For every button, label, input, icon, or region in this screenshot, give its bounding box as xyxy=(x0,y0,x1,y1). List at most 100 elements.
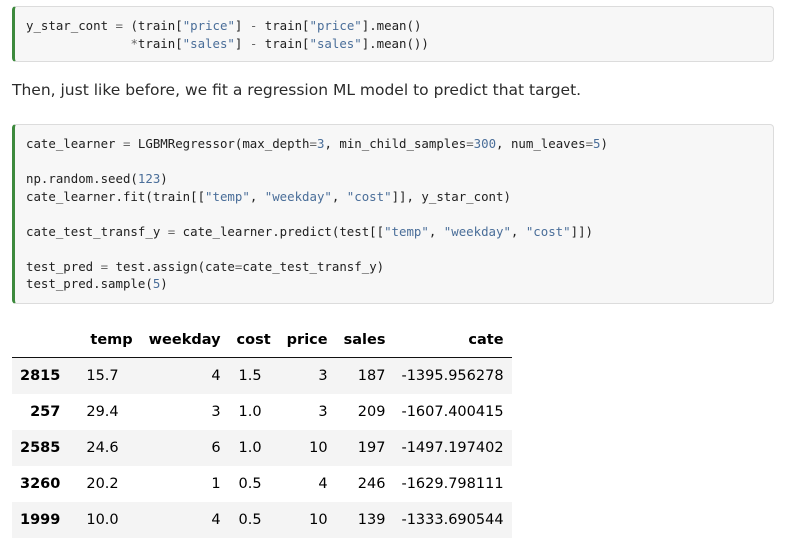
cell-cost: 1.0 xyxy=(238,404,262,420)
code-token: * xyxy=(130,35,138,51)
code-token: , xyxy=(510,223,526,239)
table-row: 2585 24.6 6 1.0 10 197 -1497.197402 xyxy=(12,430,512,466)
code-token: "weekday" xyxy=(443,223,511,239)
cell-cost: 1.5 xyxy=(238,368,262,384)
code-token: cate_learner.predict(test[[ xyxy=(175,223,385,239)
code-token: 5 xyxy=(593,136,601,151)
code-token: test.assign(cate xyxy=(108,258,235,274)
cell-cost: 0.5 xyxy=(238,476,262,492)
code-token: ].mean()) xyxy=(361,35,429,51)
code-token: "price" xyxy=(309,18,362,33)
cell-cate: -1395.956278 xyxy=(401,368,504,384)
cell-cost: 1.0 xyxy=(238,440,262,456)
code-token: np.random.seed( xyxy=(26,171,138,186)
code-token: train[ xyxy=(257,35,310,51)
code-token: "cost" xyxy=(346,188,392,204)
code-token: cate_test_transf_y) xyxy=(242,258,385,274)
column-header: price xyxy=(278,322,336,358)
code-token: (train[ xyxy=(123,18,183,33)
code-token: , min_child_samples xyxy=(324,136,467,151)
code-token: test_pred xyxy=(26,258,101,274)
code-token: = xyxy=(100,258,109,274)
code-token: test_pred.sample( xyxy=(26,276,153,291)
code-token: , xyxy=(249,188,265,204)
cell-price: 3 xyxy=(318,368,328,384)
cell-temp: 29.4 xyxy=(86,404,119,420)
code-cell-target[interactable]: y_star_cont = (train["price"] - train["p… xyxy=(12,6,774,62)
code-token: ) xyxy=(160,171,168,186)
cell-weekday: 1 xyxy=(211,476,221,492)
column-header: sales xyxy=(335,322,394,358)
table-header-row: temp weekday cost price sales cate xyxy=(12,322,512,358)
code-line: *train["sales"] - train["sales"].mean()) xyxy=(26,35,429,51)
code-token: cate_learner xyxy=(26,136,123,151)
cell-sales: 187 xyxy=(357,368,386,384)
cell-sales: 139 xyxy=(357,512,386,528)
code-token: = xyxy=(115,18,123,33)
cell-sales: 209 xyxy=(357,404,386,420)
column-header: cost xyxy=(228,322,279,358)
cell-temp: 15.7 xyxy=(86,368,119,384)
column-header: cate xyxy=(393,322,512,358)
cell-cate: -1333.690544 xyxy=(401,512,504,528)
table-row: 2815 15.7 4 1.5 3 187 -1395.956278 xyxy=(12,357,512,394)
column-header: temp xyxy=(70,322,141,358)
cell-cate: -1497.197402 xyxy=(401,440,504,456)
cell-temp: 20.2 xyxy=(86,476,119,492)
code-token: , xyxy=(331,188,347,204)
dataframe-output: temp weekday cost price sales cate 2815 … xyxy=(12,322,512,538)
code-line: cate_test_transf_y = cate_learner.predic… xyxy=(26,224,593,239)
code-token: ]], y_star_cont) xyxy=(391,188,511,204)
code-line: cate_learner.fit(train[["temp", "weekday… xyxy=(26,189,511,204)
code-token: = xyxy=(466,136,474,151)
cell-cost: 0.5 xyxy=(238,512,262,528)
code-token: ] xyxy=(234,35,250,51)
code-token: cate_learner.fit(train[[ xyxy=(26,188,206,204)
cell-weekday: 4 xyxy=(211,512,221,528)
code-token: = xyxy=(585,136,594,151)
cell-weekday: 3 xyxy=(211,404,221,420)
code-token: ) xyxy=(600,136,608,151)
row-index: 2585 xyxy=(20,440,61,456)
cell-price: 4 xyxy=(318,476,328,492)
code-line: test_pred = test.assign(cate=cate_test_t… xyxy=(26,259,384,274)
markdown-text: Then, just like before, we fit a regress… xyxy=(12,81,582,99)
index-header xyxy=(12,322,71,358)
cell-weekday: 4 xyxy=(211,368,221,384)
code-token: ].mean() xyxy=(361,18,422,33)
code-token: ]]) xyxy=(570,223,593,239)
row-index: 257 xyxy=(30,404,61,420)
code-token: "cost" xyxy=(525,223,571,239)
code-token: = xyxy=(309,136,317,151)
table-row: 1999 10.0 4 0.5 10 139 -1333.690544 xyxy=(12,502,512,538)
code-token: "temp" xyxy=(205,188,250,204)
code-token: "price" xyxy=(182,18,235,33)
code-token: , num_leaves xyxy=(496,136,586,151)
cell-sales: 246 xyxy=(357,476,386,492)
cell-sales: 197 xyxy=(357,440,386,456)
cell-weekday: 6 xyxy=(211,440,221,456)
code-token: train[ xyxy=(257,18,310,33)
table-row: 257 29.4 3 1.0 3 209 -1607.400415 xyxy=(12,394,512,430)
cell-temp: 24.6 xyxy=(86,440,119,456)
cell-temp: 10.0 xyxy=(86,512,119,528)
code-token: ) xyxy=(160,276,168,291)
code-token: , xyxy=(428,223,444,239)
row-index: 2815 xyxy=(20,368,61,384)
code-token: "sales" xyxy=(182,35,235,51)
code-line: test_pred.sample(5) xyxy=(26,276,168,291)
row-index: 1999 xyxy=(20,512,61,528)
table-row: 3260 20.2 1 0.5 4 246 -1629.798111 xyxy=(12,466,512,502)
code-token: "weekday" xyxy=(264,188,332,204)
code-token: train[ xyxy=(137,35,183,51)
cell-price: 10 xyxy=(309,440,328,456)
code-line: np.random.seed(123) xyxy=(26,171,168,186)
column-header: weekday xyxy=(140,322,229,358)
code-token: 300 xyxy=(473,136,497,151)
cell-price: 10 xyxy=(309,512,328,528)
code-cell-model[interactable]: cate_learner = LGBMRegressor(max_depth=3… xyxy=(12,124,774,304)
code-line: cate_learner = LGBMRegressor(max_depth=3… xyxy=(26,136,608,151)
row-index: 3260 xyxy=(20,476,61,492)
code-block: cate_learner = LGBMRegressor(max_depth=3… xyxy=(26,135,608,293)
